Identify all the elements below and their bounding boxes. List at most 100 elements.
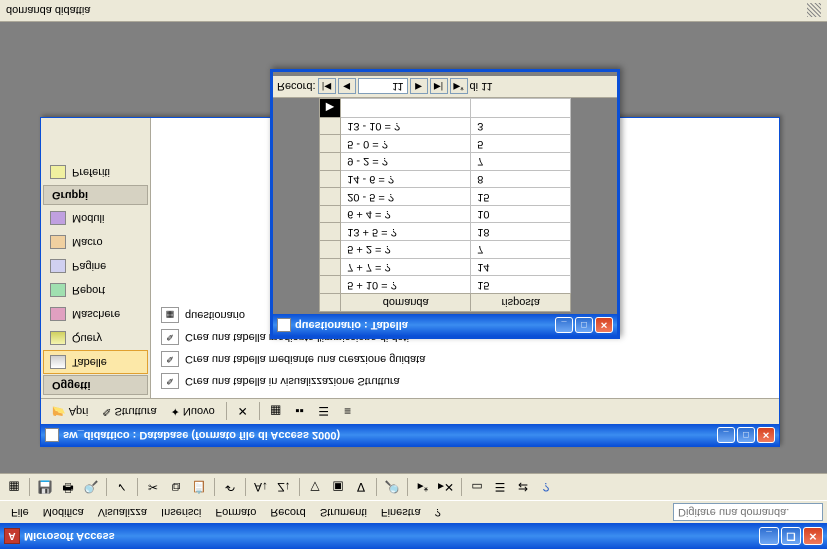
row-selector[interactable] (319, 223, 340, 241)
table-row[interactable]: 7 + 7 = ?14 (319, 258, 570, 276)
table-row[interactable]: 5 + 10 = ?15 (319, 276, 570, 294)
cell-risposta[interactable]: 7 (471, 153, 571, 171)
menu-inserisci[interactable]: Inserisci (154, 503, 208, 521)
dbwin-new-button[interactable]: ✦Nuovo (166, 403, 220, 420)
row-selector[interactable] (319, 276, 340, 294)
delrec-icon[interactable]: ▸✕ (436, 477, 456, 497)
list-item[interactable]: ✎Crea una tabella mediante una creazione… (157, 348, 773, 370)
small-icons-icon[interactable]: ▪▪ (290, 402, 310, 422)
sidebar-item-tabelle[interactable]: Tabelle (43, 350, 148, 374)
details-icon[interactable]: ≡ (338, 402, 358, 422)
cell-risposta[interactable] (471, 99, 571, 118)
col-header-domanda[interactable]: domanda (341, 294, 471, 312)
cell-risposta[interactable]: 10 (471, 205, 571, 223)
row-selector[interactable] (319, 241, 340, 259)
table-row[interactable]: 14 - 6 = ?8 (319, 170, 570, 188)
delete-icon[interactable]: ✕ (233, 402, 253, 422)
spell-icon[interactable]: ✓ (112, 477, 132, 497)
row-selector[interactable] (319, 170, 340, 188)
props-icon[interactable]: ☰ (490, 477, 510, 497)
nav-new-button[interactable]: ▶* (450, 79, 468, 95)
cell-domanda[interactable]: 5 + 2 = ? (341, 241, 471, 259)
cut-icon[interactable]: ✂ (143, 477, 163, 497)
sort-desc-icon[interactable]: Z↓ (274, 477, 294, 497)
window-icon[interactable]: ▭ (467, 477, 487, 497)
filter-toggle-icon[interactable]: ∇ (351, 477, 371, 497)
list-item[interactable]: ✎Crea una tabella in visualizzazione Str… (157, 370, 773, 392)
dbwin-minimize-button[interactable]: _ (717, 427, 735, 443)
cell-risposta[interactable]: 14 (471, 258, 571, 276)
cell-risposta[interactable]: 18 (471, 223, 571, 241)
table-row[interactable]: 6 + 4 = ?10 (319, 205, 570, 223)
help-icon[interactable]: ? (536, 477, 556, 497)
print-icon[interactable]: 🖶 (58, 477, 78, 497)
cell-domanda[interactable]: 20 - 5 = ? (341, 188, 471, 206)
newrec-icon[interactable]: ▸* (413, 477, 433, 497)
row-selector[interactable] (319, 135, 340, 153)
app-close-button[interactable]: ✕ (803, 527, 823, 545)
cell-risposta[interactable]: 8 (471, 170, 571, 188)
paste-icon[interactable]: 📋 (189, 477, 209, 497)
menu-strumenti[interactable]: Strumenti (313, 503, 374, 521)
sidebar-item-preferiti[interactable]: Preferiti (43, 160, 148, 184)
cell-domanda[interactable] (341, 99, 471, 118)
preview-icon[interactable]: 🔍 (81, 477, 101, 497)
menu-record[interactable]: Record (263, 503, 312, 521)
menu-finestra[interactable]: Finestra (374, 503, 428, 521)
cell-risposta[interactable]: 15 (471, 276, 571, 294)
sidebar-item-report[interactable]: Report (43, 278, 148, 302)
cell-risposta[interactable]: 15 (471, 188, 571, 206)
menu-modifica[interactable]: Modifica (36, 503, 91, 521)
cell-risposta[interactable]: 3 (471, 117, 571, 135)
undo-icon[interactable]: ↶ (220, 477, 240, 497)
app-restore-button[interactable]: ❐ (781, 527, 801, 545)
cell-domanda[interactable]: 14 - 6 = ? (341, 170, 471, 188)
table-row[interactable]: 13 - 10 = ?3 (319, 117, 570, 135)
sidebar-item-pagine[interactable]: Pagine (43, 254, 148, 278)
nav-last-button[interactable]: ▶| (430, 79, 448, 95)
menu-file[interactable]: File (4, 503, 36, 521)
help-search-input[interactable] (673, 503, 823, 521)
cell-domanda[interactable]: 13 + 5 = ? (341, 223, 471, 241)
row-selector-current[interactable]: ▶ (319, 99, 340, 118)
table-row-new[interactable]: ▶ (319, 99, 570, 118)
table-row[interactable]: 5 + 2 = ?7 (319, 241, 570, 259)
save-icon[interactable]: 💾 (35, 477, 55, 497)
large-icons-icon[interactable]: ▦ (266, 402, 286, 422)
cell-domanda[interactable]: 13 - 10 = ? (341, 117, 471, 135)
row-selector[interactable] (319, 188, 340, 206)
cell-risposta[interactable]: 7 (471, 241, 571, 259)
tablewin-maximize-button[interactable]: □ (575, 317, 593, 333)
col-header-risposta[interactable]: risposta (471, 294, 571, 312)
resize-grip-icon[interactable] (807, 4, 821, 18)
cell-domanda[interactable]: 5 - 0 = ? (341, 135, 471, 153)
filter-form-icon[interactable]: ▣ (328, 477, 348, 497)
row-selector[interactable] (319, 258, 340, 276)
copy-icon[interactable]: ⧉ (166, 477, 186, 497)
find-icon[interactable]: 🔎 (382, 477, 402, 497)
table-row[interactable]: 13 + 5 = ?18 (319, 223, 570, 241)
sidebar-item-moduli[interactable]: Moduli (43, 206, 148, 230)
menu-formato[interactable]: Formato (208, 503, 263, 521)
record-number-input[interactable] (358, 79, 408, 95)
cell-domanda[interactable]: 9 - 2 = ? (341, 153, 471, 171)
row-selector[interactable] (319, 205, 340, 223)
menu-help[interactable]: ? (428, 503, 448, 521)
dbwin-maximize-button[interactable]: □ (737, 427, 755, 443)
relations-icon[interactable]: ⇄ (513, 477, 533, 497)
menu-visualizza[interactable]: Visualizza (91, 503, 154, 521)
nav-prev-button[interactable]: ◀ (338, 79, 356, 95)
tablewin-close-button[interactable]: ✕ (595, 317, 613, 333)
cell-domanda[interactable]: 5 + 10 = ? (341, 276, 471, 294)
cell-domanda[interactable]: 7 + 7 = ? (341, 258, 471, 276)
dbwin-open-button[interactable]: 📂Apri (47, 403, 93, 420)
sort-asc-icon[interactable]: A↓ (251, 477, 271, 497)
sidebar-item-query[interactable]: Query (43, 326, 148, 350)
tablewin-minimize-button[interactable]: _ (555, 317, 573, 333)
dbwin-close-button[interactable]: ✕ (757, 427, 775, 443)
filter-sel-icon[interactable]: ▽ (305, 477, 325, 497)
table-row[interactable]: 9 - 2 = ?7 (319, 153, 570, 171)
sidebar-item-maschere[interactable]: Maschere (43, 302, 148, 326)
table-row[interactable]: 5 - 0 = ?5 (319, 135, 570, 153)
cell-risposta[interactable]: 5 (471, 135, 571, 153)
